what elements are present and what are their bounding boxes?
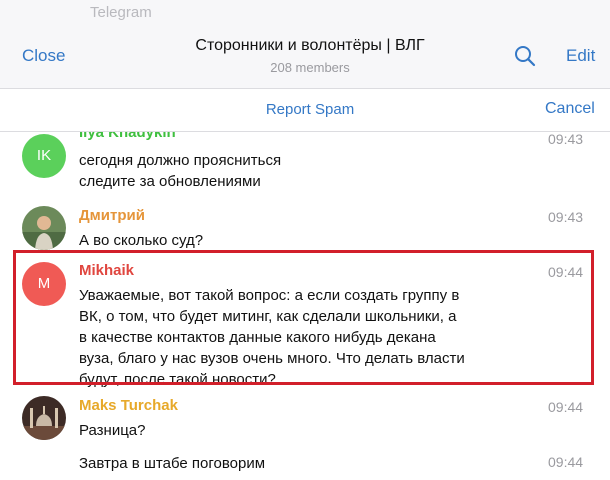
message-time: 09:43 [548,209,584,225]
avatar-initials: IK [36,147,52,164]
sender-name[interactable]: Maks Turchak [79,397,178,414]
member-count: 208 members [270,60,350,75]
cancel-button[interactable]: Cancel [545,100,595,118]
message-time: 09:44 [548,454,584,470]
app-name: Telegram [90,4,152,21]
message-text: Завтра в штабе поговорим [79,453,519,474]
message-text: А во сколько суд? [79,230,519,251]
message-line: Завтра в штабе поговорим [79,455,266,472]
chat-header: Close Сторонники и волонтёры | ВЛГ 208 m… [0,26,610,89]
spam-bar: Report Spam Cancel [0,89,610,132]
avatar[interactable]: IK [22,134,66,178]
sender-name[interactable]: Ilya Khadykin [79,132,176,141]
close-button[interactable]: Close [22,46,65,66]
report-spam-button[interactable]: Report Spam [200,101,420,118]
message-line: следите за обновлениями [79,173,261,190]
chat-title[interactable]: Сторонники и волонтёры | ВЛГ [130,37,490,55]
message-time: 09:44 [548,399,584,415]
message-line: Разница? [79,422,146,439]
search-icon[interactable] [514,45,536,67]
edit-button[interactable]: Edit [566,46,595,66]
message-time: 09:43 [548,132,584,147]
window-title-bar: Telegram [0,0,610,26]
message-text: сегодня должно проясниться следите за об… [79,150,519,192]
message-line: А во сколько суд? [79,232,204,249]
message-text: Разница? [79,420,519,441]
mosque-photo-avatar[interactable] [22,396,66,440]
sender-name[interactable]: Дмитрий [79,207,145,224]
photo-avatar[interactable] [22,206,66,250]
message-line: сегодня должно проясниться [79,152,282,169]
highlight-frame [13,250,594,385]
